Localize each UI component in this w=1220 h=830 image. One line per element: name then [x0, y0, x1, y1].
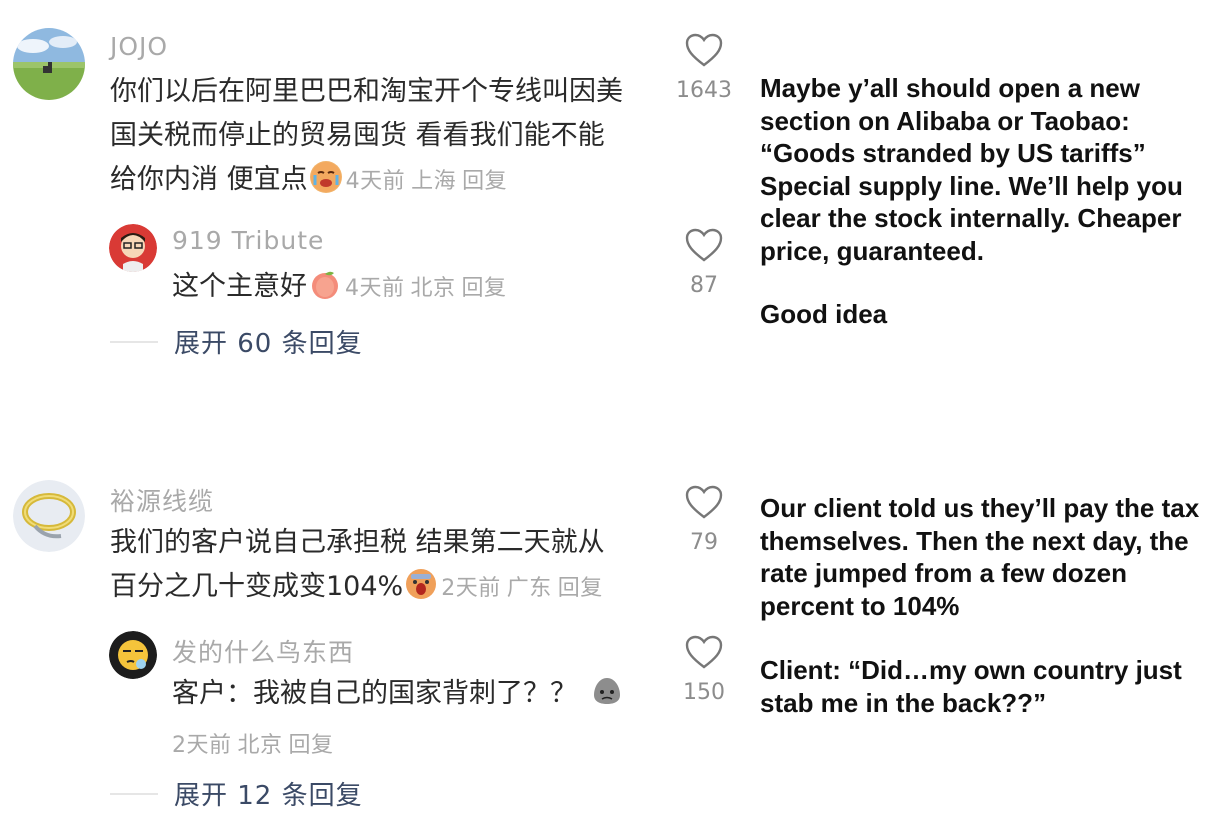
- expand-replies-label: 展开 60 条回复: [174, 329, 363, 359]
- comment-line: 你们以后在阿里巴巴和淘宝开个专线叫因美: [110, 76, 623, 107]
- translation-line: “Goods stranded by US tariffs”: [760, 138, 1146, 168]
- translation-line: price, guaranteed.: [760, 235, 984, 266]
- like-count: 87: [690, 273, 718, 298]
- comment-line: 我们的客户说自己承担税 结果第二天就从: [110, 527, 605, 558]
- reply-username[interactable]: 发的什么鸟东西: [172, 633, 354, 669]
- translation-block-2: Our client told us they’ll pay the tax t…: [760, 492, 1199, 622]
- sad-blob-icon: [591, 675, 623, 707]
- avatar[interactable]: [13, 480, 85, 552]
- like-button[interactable]: 1643: [674, 32, 734, 103]
- translation-block-1: Maybe y’all should open a new section on…: [760, 72, 1183, 267]
- like-count: 1643: [676, 78, 732, 103]
- translation-line: Client: “Did…my own country just: [760, 655, 1182, 685]
- comment-username[interactable]: 裕源线缆: [110, 482, 214, 518]
- comment-text: 你们以后在阿里巴巴和淘宝开个专线叫因美 国关税而停止的贸易囤货 看看我们能不能 …: [110, 70, 623, 204]
- comment-meta: 2天前 广东 回复: [441, 576, 609, 601]
- comment-meta: 4天前 上海 回复: [346, 169, 514, 194]
- expand-replies-button[interactable]: 展开 60 条回复: [110, 323, 363, 360]
- comment-location: 上海: [411, 169, 457, 194]
- heart-icon: [685, 485, 723, 519]
- comment-time: 4天前: [345, 169, 406, 194]
- comment-username[interactable]: JOJO: [110, 32, 168, 61]
- expand-replies-button[interactable]: 展开 12 条回复: [110, 775, 363, 812]
- peach-icon: [309, 268, 341, 300]
- comment-line: 百分之几十变成变104%: [110, 571, 404, 602]
- reply-username[interactable]: 919 Tribute: [172, 226, 324, 255]
- thinking-face-avatar-icon: [109, 631, 157, 679]
- translation-line: Maybe y’all should open a new: [760, 73, 1140, 103]
- comment-time: 2天前: [441, 576, 501, 601]
- heart-icon: [685, 228, 723, 262]
- comment-location: 广东: [506, 576, 552, 601]
- translation-reply-1: Good idea: [760, 298, 887, 331]
- reply-meta: 2天前 北京 回复: [172, 727, 340, 759]
- comment-line-last: 百分之几十变成变104% 2天前 广东 回复: [110, 565, 609, 611]
- divider: [110, 340, 158, 343]
- heart-icon: [685, 33, 723, 67]
- reply-location: 北京: [237, 733, 283, 758]
- reply-text: 这个主意好 4天前 北京 回复: [172, 265, 513, 311]
- translation-line: clear the stock internally. Cheaper: [760, 203, 1182, 233]
- cartoon-avatar-icon: [109, 224, 157, 272]
- translation-line: percent to 104%: [760, 590, 960, 621]
- comment-line: 国关税而停止的贸易囤货 看看我们能不能: [110, 120, 605, 151]
- reply-text: 客户：我被自己的国家背刺了？？: [172, 672, 627, 716]
- avatar[interactable]: [13, 28, 85, 100]
- comment-line: 给你内消 便宜点: [110, 164, 308, 195]
- cable-avatar-icon: [13, 480, 85, 552]
- translation-line: stab me in the back??”: [760, 687, 1047, 718]
- translation-line: Our client told us they’ll pay the tax: [760, 493, 1200, 523]
- reply-button[interactable]: 回复: [462, 169, 507, 194]
- translation-line: Good idea: [760, 299, 888, 329]
- translation-line: rate jumped from a few dozen: [760, 558, 1127, 588]
- like-button[interactable]: 150: [674, 634, 734, 705]
- heart-icon: [685, 635, 723, 669]
- like-button[interactable]: 79: [674, 484, 734, 555]
- avatar[interactable]: [109, 631, 157, 679]
- reply-time: 2天前: [172, 733, 232, 758]
- translation-line: themselves. Then the next day, the: [760, 525, 1189, 556]
- crying-face-icon: [309, 161, 342, 193]
- avatar[interactable]: [109, 224, 157, 272]
- like-button[interactable]: 87: [674, 227, 734, 298]
- reply-location: 北京: [410, 276, 456, 301]
- reply-button[interactable]: 回复: [558, 576, 603, 601]
- reply-content: 这个主意好: [172, 271, 307, 302]
- reply-meta: 4天前 北京 回复: [345, 276, 513, 301]
- reply-time: 4天前: [345, 276, 405, 301]
- divider: [110, 792, 158, 795]
- comment-line-last: 给你内消 便宜点 4天前 上海 回复: [110, 158, 623, 204]
- landscape-avatar-icon: [13, 28, 85, 100]
- reply-content: 客户：我被自己的国家背刺了？？: [172, 678, 577, 709]
- reply-button[interactable]: 回复: [289, 733, 334, 758]
- reply-button[interactable]: 回复: [462, 276, 507, 301]
- translation-line: Special supply line. We’ll help you: [760, 170, 1183, 201]
- translation-reply-2: Client: “Did…my own country just stab me…: [760, 654, 1182, 719]
- expand-replies-label: 展开 12 条回复: [174, 781, 363, 811]
- like-count: 79: [690, 530, 718, 555]
- comment-text: 我们的客户说自己承担税 结果第二天就从 百分之几十变成变104% 2天前 广东 回复: [110, 521, 609, 611]
- like-count: 150: [683, 680, 725, 705]
- screaming-face-icon: [405, 568, 437, 600]
- translation-line: section on Alibaba or Taobao:: [760, 105, 1130, 136]
